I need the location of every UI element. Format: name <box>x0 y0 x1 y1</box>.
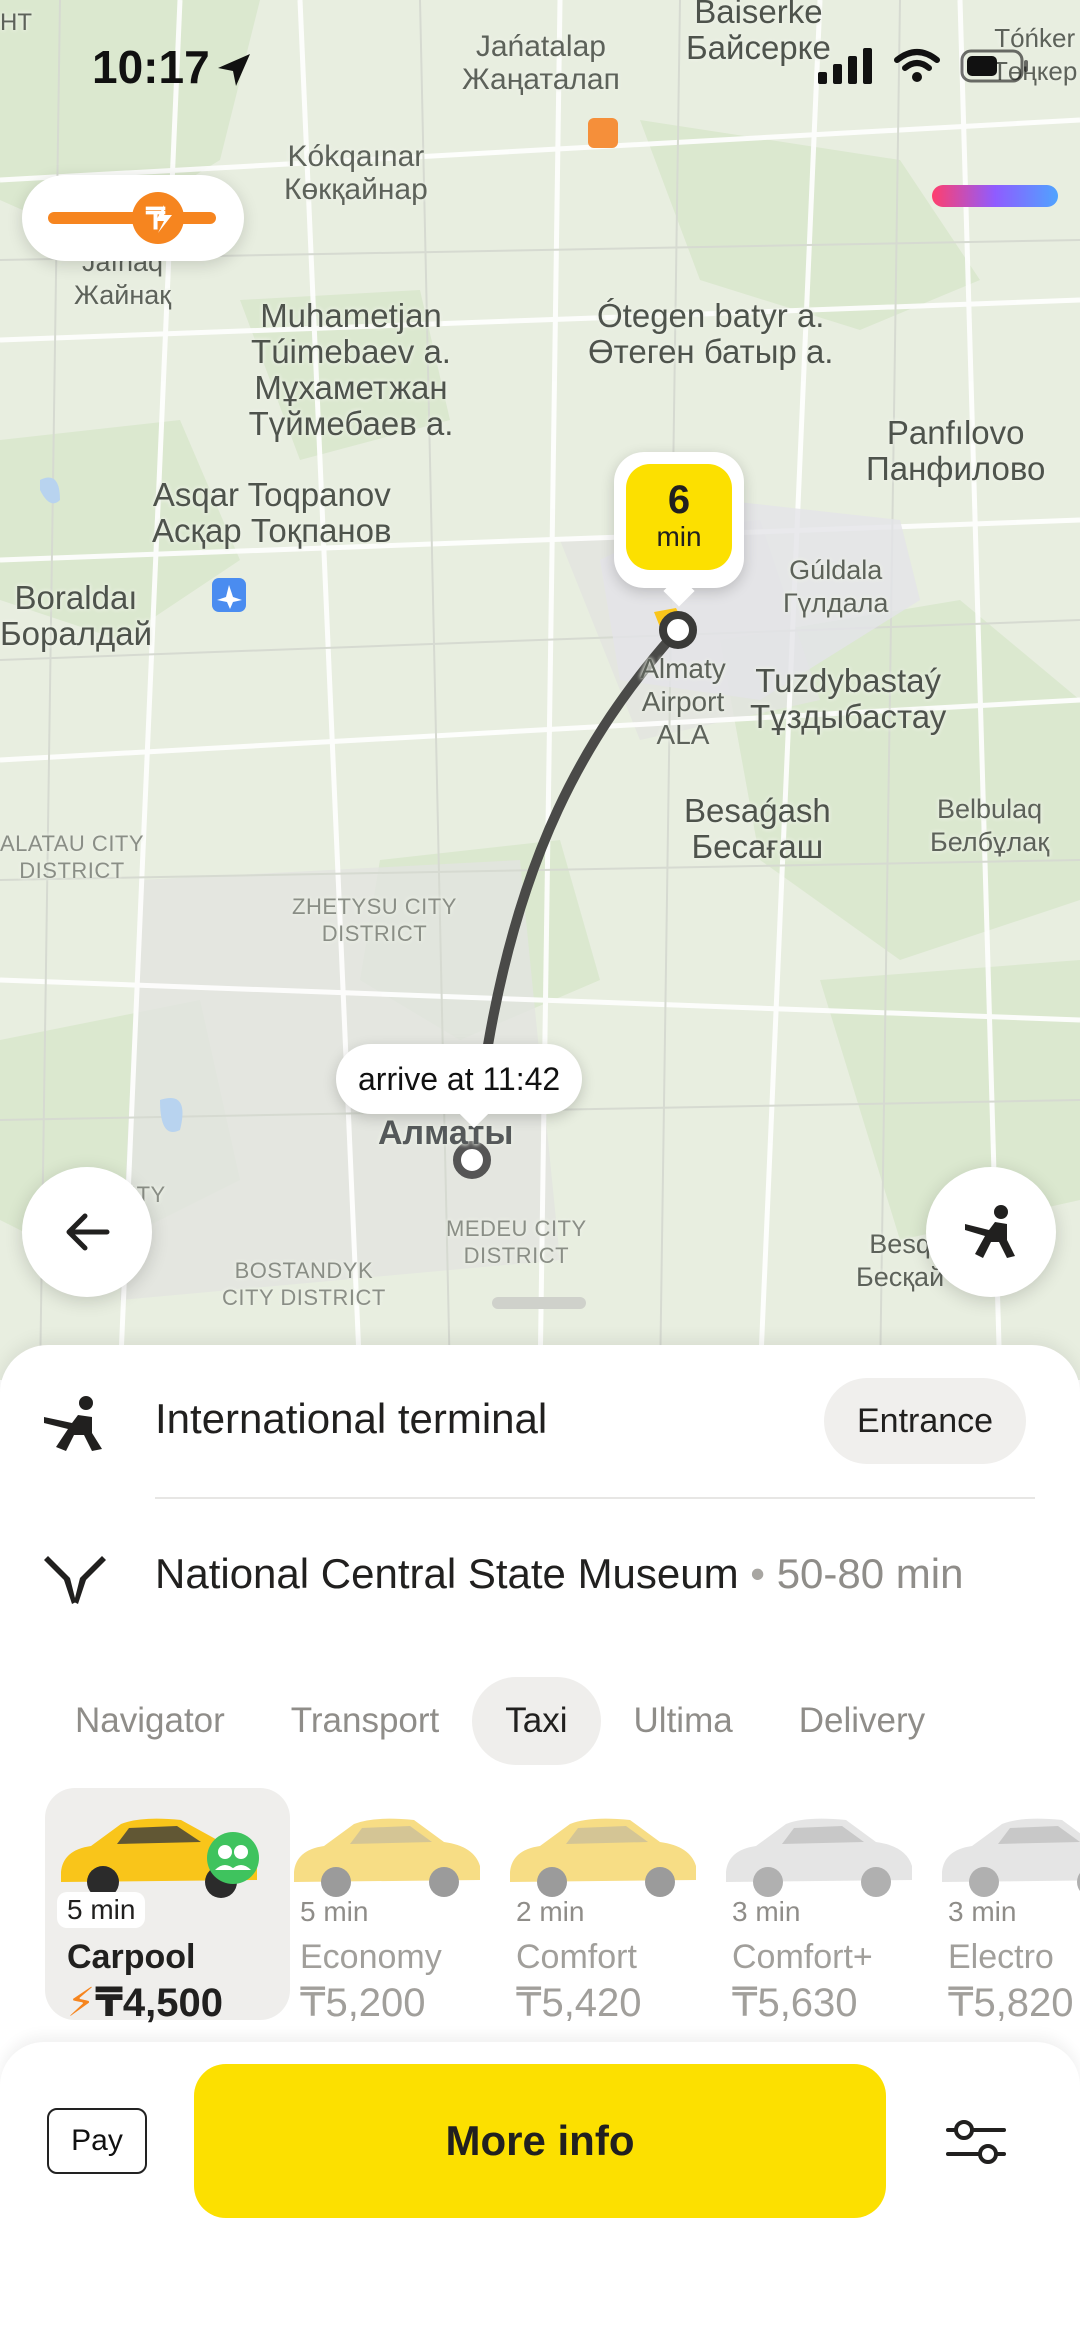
map-label-besagash: Besaǵash Бесағаш <box>684 792 831 865</box>
map-label-airport: Almaty Airport ALA <box>640 653 726 750</box>
destination-separator: • <box>750 1550 766 1597</box>
tariff-eta: 5 min <box>300 1896 369 1927</box>
map-label-bostandyk: BOSTANDYK CITY DISTRICT <box>222 1258 386 1310</box>
eta-pin: 6 min <box>614 452 744 607</box>
pickup-marker <box>659 611 697 649</box>
tariff-eta: 5 min <box>57 1892 146 1928</box>
sheet-drag-handle[interactable] <box>492 1297 586 1309</box>
route-divider <box>155 1497 1035 1499</box>
map-label-medeu: MEDEU CITY DISTRICT <box>446 1216 587 1268</box>
battery-icon <box>960 49 1028 83</box>
payment-method-label: Pay <box>71 2124 123 2157</box>
status-icons <box>818 48 1030 84</box>
map-view[interactable]: Jańatalap Жаңаталап Baiserke Байсерке Tóńk… <box>0 0 1080 1380</box>
location-arrow-icon <box>218 54 250 86</box>
map-label-alatau: ALATAU CITY DISTRICT <box>0 831 145 883</box>
arrow-left-icon <box>66 1213 110 1251</box>
ride-options-icon[interactable] <box>944 2110 1008 2174</box>
arrival-time-bubble: arrive at 11:42 <box>336 1044 583 1129</box>
tariff-price: ₸5,420 <box>516 1981 642 2025</box>
bottom-action-bar: Pay More info <box>0 2042 1080 2337</box>
map-label-kokqainar: Kókqaınar Көкқайнар <box>284 140 428 206</box>
finish-flags-icon <box>44 1556 106 1604</box>
map-label-asqar: Asqar Toqpanov Асқар Тоқпанов <box>152 476 392 549</box>
car-icon <box>294 1818 480 1897</box>
arrival-time-text: arrive at 11:42 <box>358 1061 561 1097</box>
destination-address: National Central State Museum <box>155 1550 739 1597</box>
map-label-otegen: Ótegen batyr a. Өтеген батыр а. <box>588 297 834 370</box>
map-label-tuzdybastau: Tuzdybastaý Тұздыбастау <box>750 662 947 735</box>
tab-taxi[interactable]: Taxi <box>472 1677 601 1765</box>
destination-row[interactable]: National Central State Museum • 50-80 mi… <box>0 1500 1080 1650</box>
plus-badge[interactable] <box>932 185 1058 207</box>
entrance-button[interactable]: Entrance <box>824 1378 1027 1464</box>
map-label-baiserke: Baiserke Байсерке <box>686 0 831 66</box>
tariff-card-carpool[interactable]: 5 min Carpool ⚡₸4,500 <box>45 1788 290 2025</box>
tariff-card-electro[interactable]: 3 min Electro ₸5,820 <box>926 1788 1080 2025</box>
tab-ultima[interactable]: Ultima <box>601 1677 766 1765</box>
surge-toggle-chip[interactable]: ₸ <box>22 175 244 261</box>
tariff-card-comfort[interactable]: 2 min Comfort ₸5,420 <box>494 1788 739 2025</box>
eta-pin-unit: min <box>656 521 702 552</box>
trip-duration: 50-80 min <box>776 1550 964 1597</box>
eta-pin-value: 6 <box>667 478 691 522</box>
map-label-guldala: Gúldala Гүлдала <box>783 555 889 618</box>
tab-transport[interactable]: Transport <box>258 1677 472 1765</box>
tariff-price: ⚡₸4,500 <box>67 1981 224 2025</box>
tariff-eta: 2 min <box>516 1896 585 1927</box>
tariff-price: ₸5,630 <box>732 1981 858 2025</box>
surge-slider-icon: ₸ <box>48 192 216 244</box>
pickup-row[interactable]: International terminal Entrance <box>0 1345 1080 1495</box>
map-label-nt: НТ <box>0 9 32 36</box>
lightning-icon: ⚡ <box>67 1981 96 2025</box>
payment-method-button[interactable]: Pay <box>47 2108 147 2174</box>
map-label-boraldai: Boraldaı Боралдай <box>0 579 153 652</box>
map-label-zhanatalap: Jańatalap Жаңаталап <box>462 30 620 96</box>
more-info-button[interactable]: More info <box>194 2064 886 2218</box>
tariff-name: Economy <box>300 1938 442 1976</box>
tariff-name: Carpool <box>67 1938 196 1976</box>
tariff-name: Electro <box>948 1938 1054 1976</box>
map-label-belbulaq: Belbulaq Белбұлақ <box>930 794 1050 857</box>
tariff-eta: 3 min <box>732 1896 801 1927</box>
tariff-price: ₸5,820 <box>948 1981 1074 2025</box>
wifi-icon <box>894 49 940 82</box>
tab-navigator[interactable]: Navigator <box>42 1677 258 1765</box>
map-label-almaty: Алматы <box>378 1114 514 1152</box>
car-icon <box>726 1818 912 1897</box>
tariff-eta: 3 min <box>948 1896 1017 1927</box>
pickup-point-button[interactable] <box>926 1167 1056 1297</box>
car-icon <box>942 1818 1080 1897</box>
tariff-price: ₸5,200 <box>300 1981 426 2025</box>
tariff-name: Comfort+ <box>732 1938 873 1976</box>
tariff-name: Comfort <box>516 1938 637 1976</box>
map-label-zhetysu: ZHETYSU CITY DISTRICT <box>292 894 457 946</box>
tariff-carousel[interactable]: 5 min Carpool ⚡₸4,500 5 min Economy ₸5,2… <box>0 1788 1080 2028</box>
tab-delivery[interactable]: Delivery <box>766 1677 958 1765</box>
pickup-address: International terminal <box>155 1395 548 1442</box>
hailing-person-icon <box>44 1396 102 1451</box>
car-icon <box>510 1818 696 1897</box>
order-sheet: International terminal Entrance National… <box>0 1345 1080 2337</box>
cellular-signal-icon <box>818 48 872 84</box>
back-button[interactable] <box>22 1167 152 1297</box>
tariff-card-comfort-plus[interactable]: 3 min Comfort+ ₸5,630 <box>710 1788 955 2025</box>
status-time: 10:17 <box>92 41 210 93</box>
map-label-panfilovo: Panfılovo Панфилово <box>866 414 1046 487</box>
tariff-card-economy[interactable]: 5 min Economy ₸5,200 <box>278 1788 523 2025</box>
map-label-muhametjan: Muhametjan Túimebaev a. Мұхаметжан Түймеб… <box>248 297 454 442</box>
destination-text: National Central State Museum • 50-80 mi… <box>155 1550 963 1598</box>
service-tabs: Navigator Transport Taxi Ultima Delivery <box>42 1677 958 1765</box>
hailing-person-icon <box>965 1205 1015 1258</box>
